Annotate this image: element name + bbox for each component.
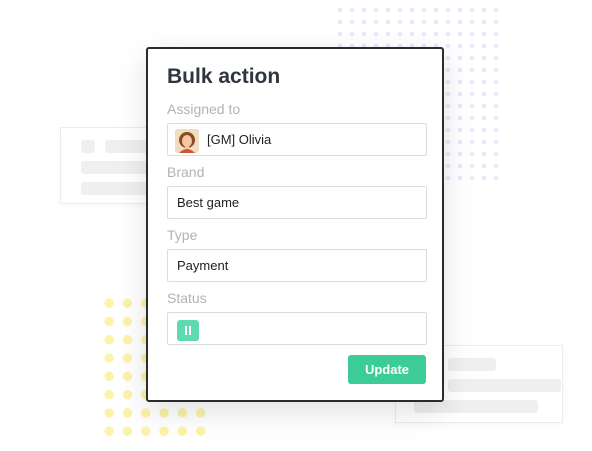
assigned-to-value: [GM] Olivia [207,132,272,147]
type-field[interactable]: Payment [167,249,427,282]
update-button[interactable]: Update [348,355,426,384]
panel-title: Bulk action [167,65,281,88]
assigned-to-field[interactable]: [GM] Olivia [167,123,427,156]
bulk-action-panel: Bulk action Assigned to [GM] Olivia Bran… [146,47,444,402]
brand-field[interactable]: Best game [167,186,427,219]
type-label: Type [167,227,198,243]
pause-icon [177,320,199,341]
ghost-bar [448,379,561,392]
ghost-bar [81,140,95,153]
type-value: Payment [177,258,229,273]
ghost-bar [448,358,496,371]
status-label: Status [167,290,207,306]
status-field[interactable] [167,312,427,345]
assigned-to-label: Assigned to [167,101,241,117]
brand-value: Best game [177,195,240,210]
brand-label: Brand [167,164,205,180]
user-avatar-icon [175,129,199,153]
